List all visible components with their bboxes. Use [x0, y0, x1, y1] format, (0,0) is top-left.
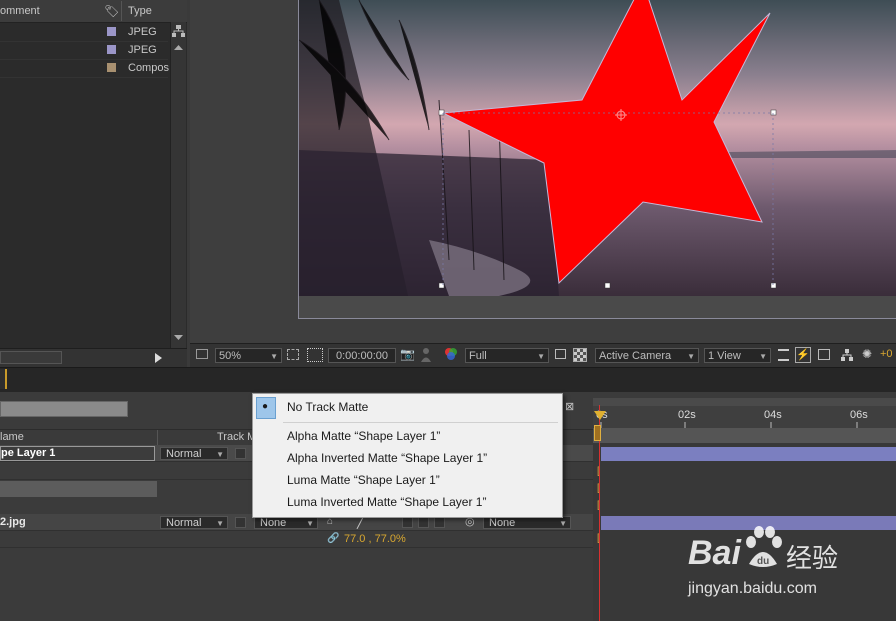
watermark-url: jingyan.baidu.com — [688, 580, 817, 597]
paw-icon: du — [746, 526, 782, 567]
blend-mode-dropdown[interactable]: Normal — [160, 447, 228, 461]
timeline-search-input[interactable] — [0, 401, 128, 417]
project-item[interactable]: JPEG — [0, 23, 168, 42]
scale-property-row: 🔗 77.0 , 77.0% — [0, 531, 593, 548]
viewer-toolbar: 50% 0:00:00:00 📷 Full Active Camera 1 Vi… — [190, 343, 896, 368]
play-arrow-icon[interactable] — [152, 352, 164, 364]
region-of-interest-icon[interactable] — [555, 349, 566, 359]
comment-column-header[interactable]: omment — [0, 5, 40, 17]
scroll-down-icon[interactable] — [171, 332, 186, 344]
channel-icon[interactable] — [444, 347, 458, 364]
ruler-ticks — [600, 422, 858, 428]
layer-name[interactable]: 2.jpg — [0, 516, 26, 528]
preserve-transparency-checkbox[interactable] — [235, 448, 246, 459]
transparency-grid-icon[interactable] — [573, 348, 587, 362]
label-swatch[interactable] — [107, 45, 116, 54]
menu-item-alpha-inverted-matte[interactable]: Alpha Inverted Matte “Shape Layer 1” — [287, 448, 487, 468]
item-type: JPEG — [128, 26, 157, 38]
composition-canvas[interactable] — [298, 0, 896, 319]
camera-snapshot-icon[interactable]: 📷 — [400, 347, 415, 361]
switch-checkbox[interactable] — [402, 517, 413, 528]
layer-name[interactable]: pe Layer 1 — [0, 446, 155, 461]
timeline-tab-strip — [0, 367, 896, 393]
layer-name-column[interactable]: lame — [0, 431, 24, 443]
playhead-icon[interactable] — [593, 410, 607, 424]
menu-item-luma-matte[interactable]: Luma Matte “Shape Layer 1” — [287, 470, 440, 490]
horizontal-scrollbar[interactable] — [0, 351, 62, 364]
mask-visibility-icon[interactable] — [307, 348, 323, 362]
zoom-dropdown[interactable]: 50% — [215, 348, 282, 364]
always-preview-icon[interactable] — [196, 349, 208, 359]
baidu-jingyan-watermark: Bai du 经验 jingyan.baidu.com — [688, 524, 888, 604]
exposure-icon[interactable]: ✺ — [862, 347, 872, 361]
bullet-icon: ● — [262, 401, 269, 412]
comp-marker-icon[interactable]: ⊠ — [565, 400, 574, 413]
resolution-dropdown[interactable]: Full — [465, 348, 549, 364]
type-column-header[interactable]: Type — [128, 5, 152, 17]
switch-checkbox[interactable] — [418, 517, 429, 528]
preserve-transparency-checkbox[interactable] — [235, 517, 246, 528]
project-scrollbar[interactable] — [170, 22, 186, 348]
track-matte-menu: ● No Track Matte Alpha Matte “Shape Laye… — [252, 393, 563, 518]
menu-separator — [283, 422, 558, 423]
column-divider — [121, 1, 122, 21]
constrain-proportions-icon[interactable]: 🔗 — [327, 533, 339, 544]
project-item[interactable]: JPEG — [0, 41, 168, 60]
item-type: JPEG — [128, 44, 157, 56]
project-panel: omment 🏷 Type JPEG JPEG Compos — [0, 0, 187, 367]
project-bottom-bar — [0, 348, 187, 367]
timeline-tab[interactable] — [0, 369, 7, 389]
work-area-bar[interactable] — [593, 398, 896, 406]
time-ruler[interactable]: ⊠ 0s 02s 04s 06s — [565, 398, 896, 428]
exposure-value[interactable]: +0 — [880, 348, 893, 360]
item-type: Compos — [128, 62, 169, 74]
shape-layer-star[interactable] — [299, 0, 896, 318]
track-row — [593, 428, 896, 443]
view-layout-dropdown[interactable]: 1 View — [704, 348, 771, 364]
switch-checkbox[interactable] — [434, 517, 445, 528]
scale-value[interactable]: 77.0 , 77.0% — [344, 533, 406, 545]
column-divider — [157, 430, 158, 445]
flowchart-icon[interactable] — [171, 24, 186, 54]
menu-item-alpha-matte[interactable]: Alpha Matte “Shape Layer 1” — [287, 426, 440, 446]
blend-mode-dropdown[interactable]: Normal — [160, 516, 228, 530]
project-header: omment 🏷 Type — [0, 0, 187, 23]
pixel-aspect-icon[interactable] — [778, 349, 789, 361]
selected-indicator: ● — [256, 397, 276, 419]
watermark-brand: Bai — [688, 534, 741, 572]
selected-property-row[interactable] — [0, 481, 157, 497]
fast-previews-icon[interactable]: ⚡ — [795, 347, 811, 363]
label-swatch[interactable] — [107, 27, 116, 36]
current-time-indicator[interactable] — [594, 425, 601, 441]
timeline-icon[interactable] — [818, 349, 830, 360]
layer-duration-bar[interactable] — [601, 447, 896, 461]
safe-margins-icon[interactable] — [287, 349, 299, 360]
show-snapshot-icon[interactable] — [421, 347, 431, 362]
menu-item-luma-inverted-matte[interactable]: Luma Inverted Matte “Shape Layer 1” — [287, 492, 486, 512]
watermark-brand-suffix: du — [757, 556, 769, 567]
camera-view-dropdown[interactable]: Active Camera — [595, 348, 699, 364]
menu-item-no-track-matte[interactable]: No Track Matte — [287, 397, 368, 417]
tag-icon[interactable]: 🏷 — [104, 4, 119, 18]
watermark-chinese-text: 经验 — [786, 544, 839, 574]
label-swatch[interactable] — [107, 63, 116, 72]
current-time-field[interactable]: 0:00:00:00 — [328, 348, 396, 363]
project-item[interactable]: Compos — [0, 59, 169, 78]
flowchart-icon[interactable] — [840, 348, 854, 362]
